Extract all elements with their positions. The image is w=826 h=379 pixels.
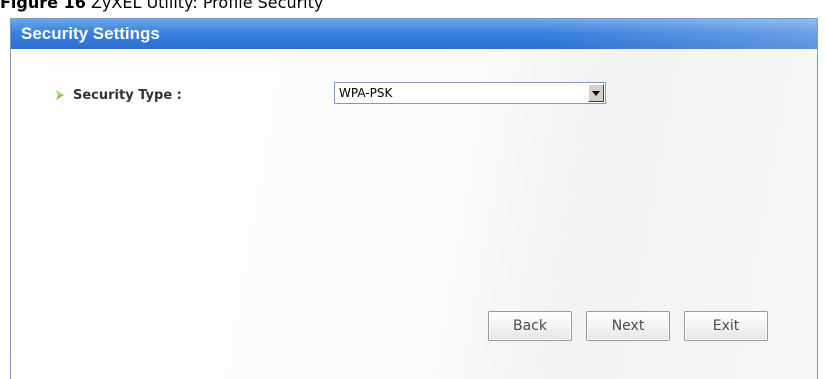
security-type-select[interactable]: WPA-PSK — [334, 82, 606, 104]
back-button[interactable]: Back — [488, 311, 572, 341]
figure-caption-text: ZyXEL Utility: Profile Security — [90, 0, 324, 12]
exit-button[interactable]: Exit — [684, 311, 768, 341]
figure-caption-prefix: Figure 16 — [0, 0, 86, 12]
window-title: Security Settings — [21, 24, 160, 43]
security-settings-panel: Security Settings Security Type : WPA-PS… — [10, 18, 818, 379]
security-type-label: Security Type : — [73, 87, 182, 103]
security-type-row: Security Type : — [53, 85, 182, 105]
next-button[interactable]: Next — [586, 311, 670, 341]
arrow-bullet-icon — [53, 88, 67, 102]
security-type-value: WPA-PSK — [339, 86, 393, 100]
title-bar: Security Settings — [11, 19, 817, 49]
figure-caption: Figure 16 ZyXEL Utility: Profile Securit… — [0, 0, 323, 14]
dropdown-arrow-icon[interactable] — [588, 84, 604, 102]
